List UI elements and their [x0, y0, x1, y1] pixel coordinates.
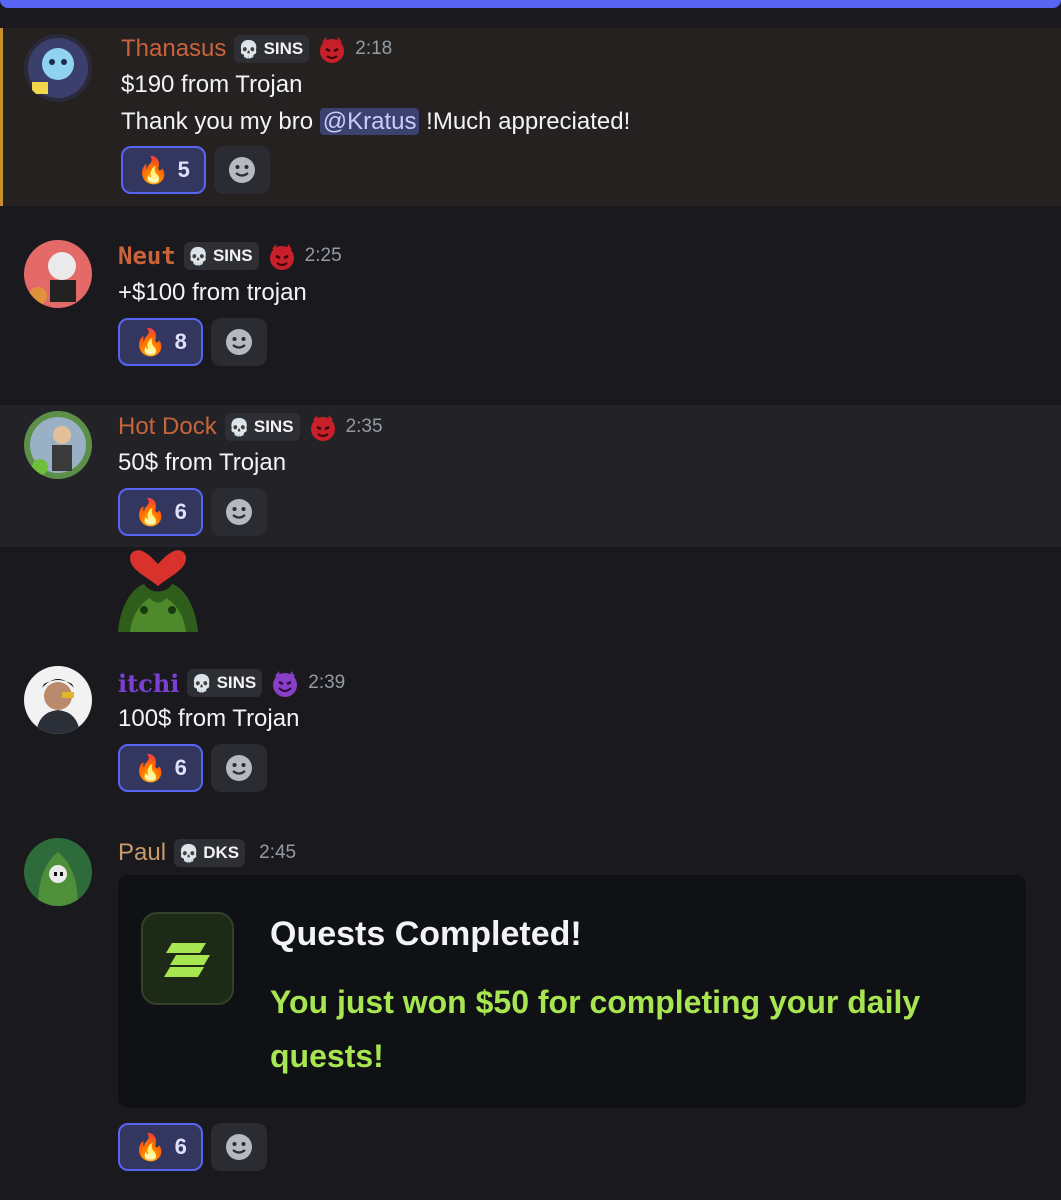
reaction-count: 6	[174, 499, 187, 524]
skull-icon: 💀	[187, 246, 209, 266]
timestamp[interactable]: 2:35	[346, 416, 383, 438]
embed-description: You just won $50 for completing your dai…	[270, 984, 921, 1074]
clan-tag-label: SINS	[216, 673, 257, 692]
username[interactable]: Thanasus	[121, 35, 226, 63]
add-reaction-button[interactable]	[211, 488, 267, 536]
message-neut[interactable]: Neut 💀 SINS 2:25 +$100 from trojan 🔥 8	[0, 228, 1061, 393]
reaction-bar: 🔥 5	[121, 146, 270, 194]
clan-tag[interactable]: 💀 SINS	[183, 242, 259, 270]
fire-reaction[interactable]: 🔥 6	[118, 1123, 203, 1171]
add-reaction-button[interactable]	[211, 1123, 267, 1171]
clan-tag-label: DKS	[203, 843, 240, 862]
avatar-paul[interactable]	[24, 838, 92, 906]
user-mention[interactable]: @Kratus	[319, 108, 420, 135]
reaction-bar: 🔥 8	[118, 318, 267, 366]
quest-embed-card[interactable]: Quests Completed! You just won $50 for c…	[118, 875, 1026, 1108]
fire-icon: 🔥	[134, 327, 167, 357]
purple-devil-icon	[270, 668, 300, 698]
avatar-neut[interactable]	[24, 240, 92, 308]
reaction-bar: 🔥 6	[118, 488, 267, 536]
timestamp[interactable]: 2:45	[259, 842, 296, 864]
clan-tag[interactable]: 💀 DKS	[174, 839, 246, 867]
clan-tag-label: SINS	[263, 39, 304, 58]
message-text-line1: 100$ from Trojan	[118, 705, 300, 732]
red-devil-icon	[267, 241, 297, 271]
avatar-thanasus[interactable]	[24, 34, 92, 102]
timestamp[interactable]: 2:18	[355, 38, 392, 60]
reaction-count: 8	[174, 329, 187, 354]
red-devil-icon	[317, 34, 347, 64]
fire-reaction[interactable]: 🔥 8	[118, 318, 203, 366]
smiley-icon	[226, 755, 252, 781]
fire-icon: 🔥	[134, 497, 167, 527]
app-logo-icon	[141, 912, 234, 1005]
avatar-itchi[interactable]	[24, 666, 92, 734]
skull-icon: 💀	[238, 39, 260, 59]
username[interactable]: Neut	[118, 242, 176, 270]
fire-reaction[interactable]: 🔥 6	[118, 488, 203, 536]
embed-title: Quests Completed!	[270, 915, 582, 953]
top-accent-bar	[0, 0, 1061, 8]
message-hot-dock[interactable]: Hot Dock 💀 SINS 2:35 50$ from Trojan 🔥 6	[0, 405, 1061, 547]
username[interactable]: Paul	[118, 839, 166, 867]
smiley-icon	[226, 499, 252, 525]
skull-icon: 💀	[228, 417, 250, 437]
clan-tag[interactable]: 💀 SINS	[187, 669, 263, 697]
skull-icon: 💀	[191, 673, 213, 693]
add-reaction-button[interactable]	[214, 146, 270, 194]
message-text-post: !Much appreciated!	[419, 108, 631, 135]
timestamp[interactable]: 2:39	[308, 672, 345, 694]
message-thanasus[interactable]: Thanasus 💀 SINS 2:18 $190 from Trojan Tha…	[0, 28, 1061, 206]
clan-tag-label: SINS	[253, 417, 294, 436]
red-devil-icon	[308, 412, 338, 442]
clan-tag-label: SINS	[212, 246, 253, 265]
fire-reaction[interactable]: 🔥 6	[118, 744, 203, 792]
reaction-bar: 🔥 6	[118, 744, 267, 792]
reaction-count: 6	[174, 755, 187, 780]
reaction-count: 5	[177, 157, 190, 182]
clan-tag[interactable]: 💀 SINS	[234, 35, 310, 63]
message-text-line1: 50$ from Trojan	[118, 449, 287, 476]
message-text-pre: Thank you my bro	[121, 108, 320, 135]
fire-icon: 🔥	[134, 1132, 167, 1162]
message-text-line1: +$100 from trojan	[118, 279, 307, 306]
frog-heart-sticker[interactable]	[116, 548, 200, 632]
smiley-icon	[226, 329, 252, 355]
add-reaction-button[interactable]	[211, 744, 267, 792]
fire-icon: 🔥	[134, 753, 167, 783]
smiley-icon	[229, 157, 255, 183]
message-itchi[interactable]: itchi 💀 SINS 2:39 100$ from Trojan 🔥 6	[0, 660, 1061, 805]
fire-icon: 🔥	[137, 155, 170, 185]
fire-reaction[interactable]: 🔥 5	[121, 146, 206, 194]
username[interactable]: itchi	[118, 669, 179, 698]
timestamp[interactable]: 2:25	[305, 245, 342, 267]
clan-tag[interactable]: 💀 SINS	[224, 413, 300, 441]
add-reaction-button[interactable]	[211, 318, 267, 366]
avatar-hot-dock[interactable]	[24, 411, 92, 479]
reaction-count: 6	[174, 1134, 187, 1159]
username[interactable]: Hot Dock	[118, 413, 217, 441]
message-text-line2: Thank you my bro @Kratus !Much appreciat…	[121, 104, 630, 140]
skull-icon: 💀	[178, 843, 200, 863]
smiley-icon	[226, 1134, 252, 1160]
reaction-bar: 🔥 6	[118, 1123, 267, 1171]
message-text-line1: $190 from Trojan	[121, 71, 303, 98]
